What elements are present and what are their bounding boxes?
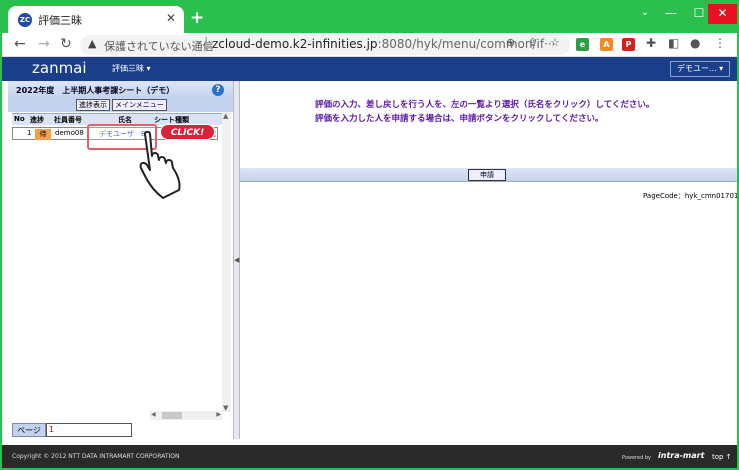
address-separator: | bbox=[204, 36, 209, 51]
app-logo: zanmai bbox=[32, 59, 87, 77]
powered-by: Powered by bbox=[622, 455, 651, 461]
url-text: zcloud-demo.k2-infinities.jp:8080/hyk/me… bbox=[212, 37, 556, 51]
col-no: No bbox=[14, 115, 25, 123]
scroll-right-icon[interactable]: ▶ bbox=[216, 411, 221, 418]
page-code: PageCode：hyk_cmn017010 bbox=[643, 192, 737, 200]
more-menu-icon[interactable]: ⋮ bbox=[714, 36, 726, 50]
browser-tab[interactable]: ZC 評価三昧 ✕ bbox=[8, 6, 184, 33]
pane-splitter[interactable]: ◀ bbox=[233, 81, 240, 439]
tab-close-icon[interactable]: ✕ bbox=[166, 11, 176, 25]
collapse-arrow-icon[interactable]: ◀ bbox=[234, 256, 239, 264]
user-menu-button[interactable]: デモユー... ▾ bbox=[670, 61, 730, 77]
window-close-icon[interactable]: ✕ bbox=[708, 4, 737, 24]
side-panel-icon[interactable]: ◧ bbox=[668, 36, 679, 50]
scroll-thumb[interactable] bbox=[162, 412, 182, 419]
col-progress: 進捗 bbox=[30, 116, 44, 124]
app-header: zanmai 評価三昧 ▾ デモユー... ▾ bbox=[2, 57, 737, 81]
row-employee-no: demo08 bbox=[55, 129, 84, 137]
evernote-icon[interactable]: e bbox=[576, 38, 589, 51]
page-input[interactable]: 1 bbox=[46, 423, 132, 437]
intra-mart-logo: intra-mart bbox=[658, 451, 705, 460]
copyright: Copyright © 2012 NTT DATA INTRAMART CORP… bbox=[12, 453, 180, 460]
extensions-puzzle-icon[interactable]: ✚ bbox=[646, 36, 656, 50]
footer: Copyright © 2012 NTT DATA INTRAMART CORP… bbox=[2, 445, 737, 468]
instruction-line-1: 評価の入力、差し戻しを行う人を、左の一覧より選択（氏名をクリック）してください。 bbox=[315, 100, 655, 110]
page-label: ページ bbox=[12, 423, 46, 437]
col-employee-no: 社員番号 bbox=[54, 116, 82, 124]
main-menu-button[interactable]: メインメニュー bbox=[112, 99, 167, 111]
instruction-message: 評価の入力、差し戻しを行う人を、左の一覧より選択（氏名をクリック）してください。… bbox=[315, 98, 654, 126]
instruction-line-2: 評価を入力した人を申請する場合は、申請ボタンをクリックしてください。 bbox=[315, 114, 604, 124]
browser-window: ZC 評価三昧 ✕ + ⌄ — ☐ ✕ ← → ↻ ▲ 保護されていない通信 |… bbox=[2, 2, 737, 468]
extension-a-icon[interactable]: A bbox=[600, 38, 613, 51]
scroll-up-icon[interactable]: ▲ bbox=[223, 112, 228, 120]
forward-icon[interactable]: → bbox=[38, 36, 50, 52]
zoom-icon[interactable]: ⊕ bbox=[506, 36, 515, 49]
progress-display-button[interactable]: 進捗表示 bbox=[76, 99, 110, 111]
url-host: zcloud-demo.k2-infinities.jp bbox=[212, 37, 378, 51]
status-badge: 待 bbox=[35, 129, 51, 140]
top-link[interactable]: top ↑ bbox=[712, 453, 732, 461]
insecure-label: 保護されていない通信 bbox=[104, 40, 214, 53]
row-no: 1 bbox=[27, 129, 32, 137]
reload-icon[interactable]: ↻ bbox=[60, 36, 72, 52]
back-icon[interactable]: ← bbox=[14, 36, 26, 52]
left-button-row: 進捗表示 メインメニュー bbox=[8, 98, 233, 112]
warning-icon[interactable]: ▲ bbox=[88, 37, 96, 50]
request-bar: 申請 bbox=[240, 168, 737, 182]
bookmark-star-icon[interactable]: ☆ bbox=[550, 36, 560, 49]
tab-strip: ZC 評価三昧 ✕ + ⌄ — ☐ ✕ bbox=[2, 2, 737, 33]
pdf-extension-icon[interactable]: P bbox=[622, 38, 635, 51]
share-icon[interactable]: ⇪ bbox=[528, 36, 537, 49]
pager: ページ 1 bbox=[12, 423, 132, 437]
tab-title: 評価三昧 bbox=[38, 14, 82, 27]
scroll-down-icon[interactable]: ▼ bbox=[223, 404, 228, 412]
new-tab-icon[interactable]: + bbox=[190, 8, 204, 28]
minimize-icon[interactable]: — bbox=[656, 4, 686, 24]
app-menu-dropdown[interactable]: 評価三昧 ▾ bbox=[112, 63, 151, 74]
help-icon[interactable]: ? bbox=[212, 84, 224, 96]
request-button[interactable]: 申請 bbox=[468, 169, 506, 181]
pointing-hand-icon bbox=[139, 130, 181, 199]
scroll-left-icon[interactable]: ◀ bbox=[151, 411, 156, 418]
address-bar[interactable]: ▲ 保護されていない通信 | zcloud-demo.k2-infinities… bbox=[80, 35, 570, 55]
vertical-scrollbar[interactable]: ▲ ▼ bbox=[222, 112, 231, 412]
browser-toolbar: ← → ↻ ▲ 保護されていない通信 | zcloud-demo.k2-infi… bbox=[2, 33, 737, 57]
profile-avatar-icon[interactable]: ● bbox=[690, 36, 700, 50]
horizontal-scrollbar[interactable]: ◀ ▶ bbox=[150, 411, 222, 420]
site-favicon-icon: ZC bbox=[18, 13, 32, 27]
sheet-title: 2022年度 上半期人事考課シート（デモ） bbox=[8, 81, 233, 98]
detail-pane: 評価の入力、差し戻しを行う人を、左の一覧より選択（氏名をクリック）してください。… bbox=[240, 81, 737, 439]
